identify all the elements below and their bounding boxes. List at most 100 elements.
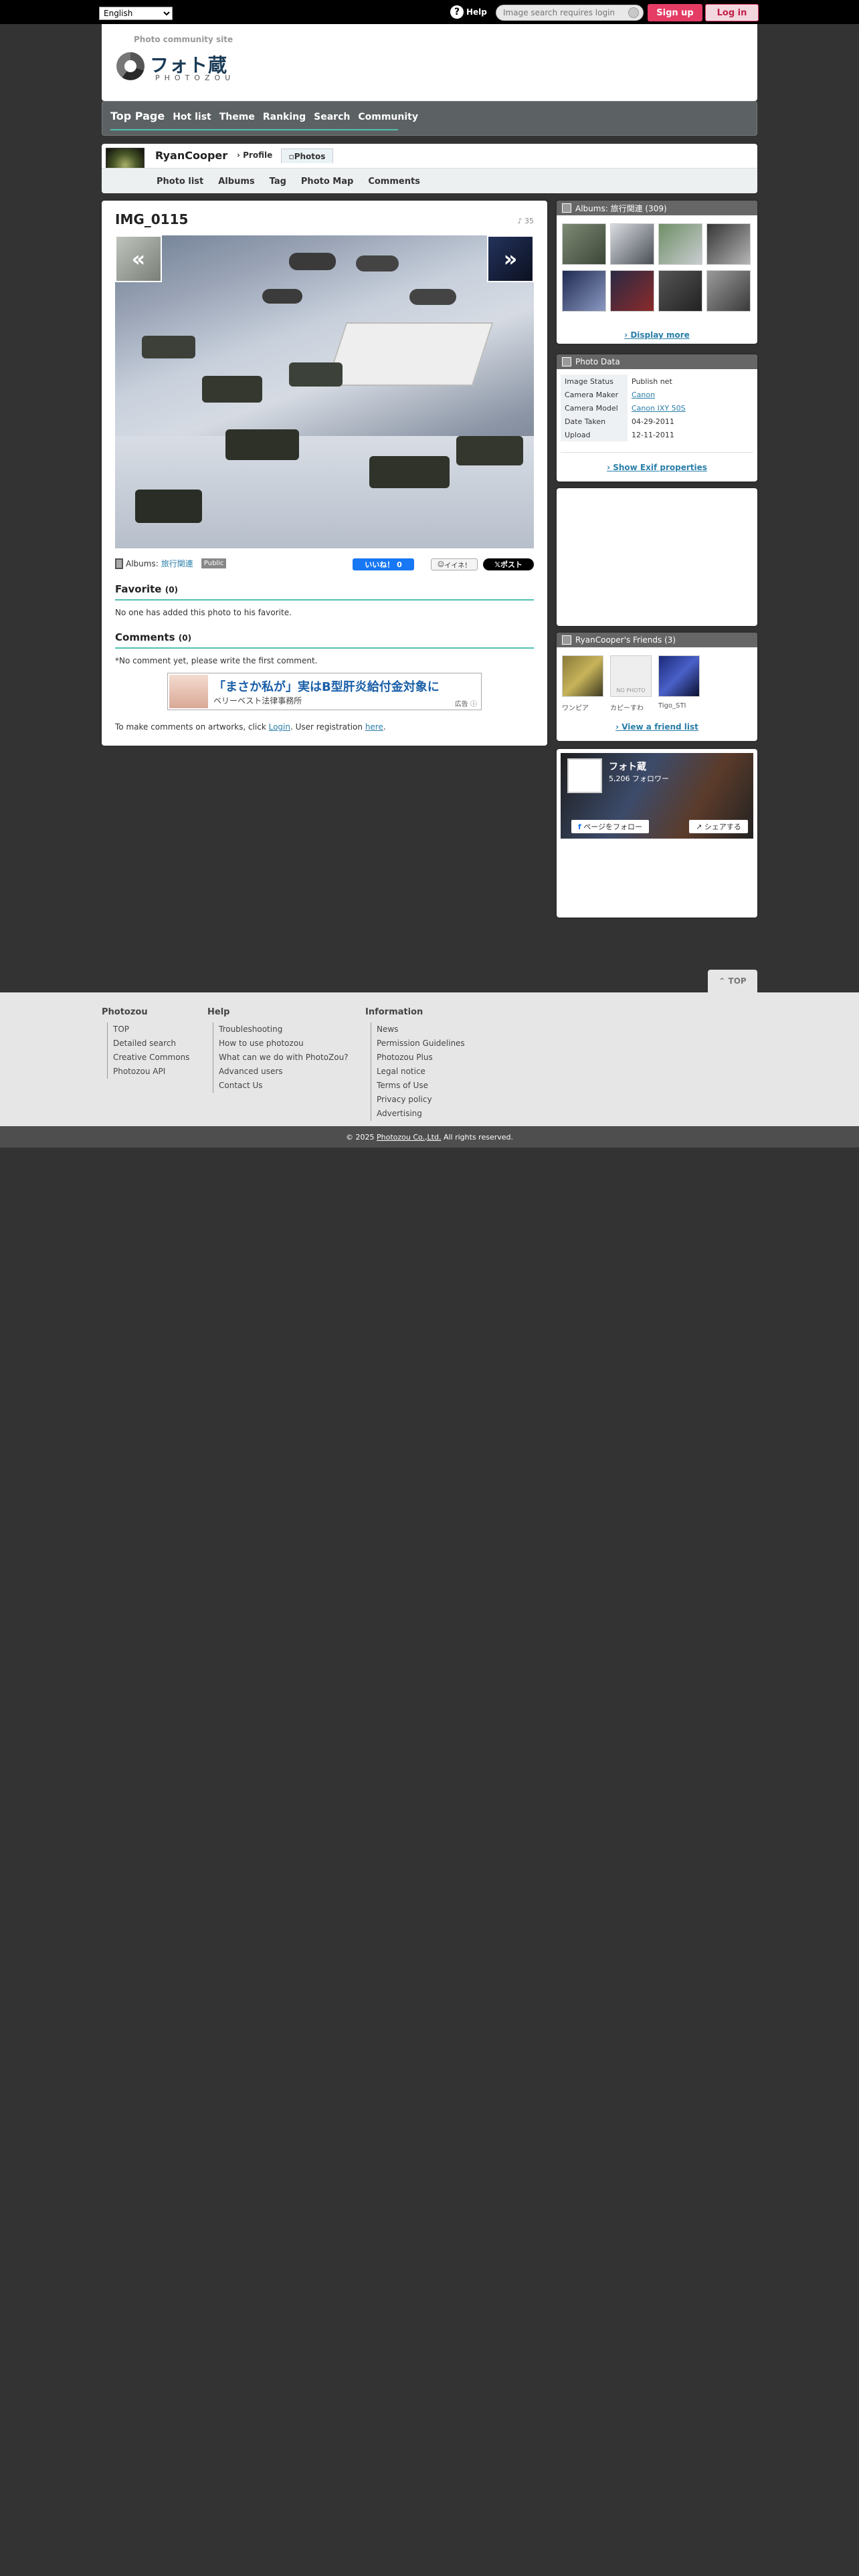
nav-top-page[interactable]: Top Page [110, 110, 165, 122]
facebook-share-button[interactable]: ↗ シェアする [689, 820, 748, 833]
footer-link[interactable]: Legal notice [371, 1065, 465, 1079]
footer-link[interactable]: Photozou API [107, 1065, 189, 1079]
footer-link[interactable]: Privacy policy [371, 1093, 465, 1107]
chevron-up-icon: ⌃ [719, 976, 729, 986]
tab-photos[interactable]: ▫ Photos [281, 148, 333, 163]
friend-name[interactable]: Tigo_STI [658, 702, 686, 710]
display-more-link[interactable]: › Display more [557, 330, 757, 340]
iine-button[interactable]: ☺ イイネ！ [431, 558, 478, 570]
camera-maker-link[interactable]: Canon [632, 391, 655, 399]
subnav-photo-list[interactable]: Photo list [157, 177, 203, 187]
status-badge: Public [201, 558, 227, 568]
friend-avatar[interactable] [562, 655, 603, 697]
login-button[interactable]: Log in [705, 4, 759, 21]
footer-link[interactable]: News [371, 1023, 465, 1037]
album-thumbnail[interactable] [706, 223, 751, 265]
back-to-top-button[interactable]: ⌃ TOP [708, 970, 757, 992]
view-friends-link[interactable]: › View a friend list [557, 722, 757, 732]
photo-data-title: Photo Data [575, 357, 620, 366]
facebook-page-box[interactable]: フォト蔵 5,206 フォロワー f ページをフォロー ↗ シェアする [561, 753, 753, 839]
photo-tank [135, 490, 202, 523]
nav-ranking[interactable]: Ranking [263, 112, 306, 122]
friend-name[interactable]: ワンピア [562, 702, 589, 712]
view-friends-label: View a friend list [622, 722, 698, 732]
sidebar-ad-slot [557, 488, 757, 626]
next-photo-button[interactable]: » [487, 235, 534, 282]
photo-data-icon [562, 357, 571, 366]
x-post-button[interactable]: 𝕏 ポスト [483, 558, 534, 570]
signup-button[interactable]: Sign up [648, 4, 702, 21]
footer-link[interactable]: Creative Commons [107, 1051, 189, 1065]
help-label: Help [466, 7, 487, 17]
copyright-bar: © 2025 Photozou Co.,Ltd. All rights rese… [0, 1126, 859, 1148]
footer-link[interactable]: Advertising [371, 1107, 465, 1121]
login-prompt: To make comments on artworks, click Logi… [115, 722, 386, 732]
friend-name[interactable]: カピーすわ [610, 702, 644, 712]
album-thumbnail[interactable] [610, 270, 654, 312]
album-thumbnail[interactable] [610, 223, 654, 265]
facebook-panel: フォト蔵 5,206 フォロワー f ページをフォロー ↗ シェアする [557, 749, 757, 918]
post-label: ポスト [500, 560, 522, 569]
photo-tank [202, 376, 262, 403]
footer-link[interactable]: Permission Guidelines [371, 1037, 465, 1051]
copyright-prefix: © 2025 [345, 1132, 375, 1142]
next-arrow-icon: » [503, 246, 518, 272]
tab-profile[interactable]: › Profile [233, 150, 276, 160]
friend-avatar[interactable] [658, 655, 700, 697]
photo-helicopter [262, 289, 302, 304]
album-thumbnail[interactable] [562, 223, 606, 265]
album-link[interactable]: 旅行関連 [161, 558, 193, 569]
nav-hot-list[interactable]: Hot list [173, 112, 211, 122]
nav-theme[interactable]: Theme [219, 112, 255, 122]
facebook-page-logo[interactable] [567, 758, 602, 793]
subnav-comments[interactable]: Comments [368, 177, 420, 187]
search-box [496, 5, 644, 21]
show-exif-link[interactable]: › Show Exif properties [557, 463, 757, 472]
language-select[interactable]: English [99, 7, 173, 20]
subnav-photo-map[interactable]: Photo Map [301, 177, 353, 187]
company-link[interactable]: Photozou Co.,Ltd. [377, 1133, 441, 1142]
favorite-heading-label: Favorite [115, 583, 162, 595]
album-thumbnail[interactable] [706, 270, 751, 312]
camera-model-link[interactable]: Canon IXY 50S [632, 404, 686, 413]
user-bar: RyanCooper › Profile ▫ Photos Photo list… [102, 144, 757, 193]
footer-link[interactable]: TOP [107, 1023, 189, 1037]
help-link[interactable]: ? Help [450, 5, 487, 19]
album-thumbnail[interactable] [658, 223, 702, 265]
footer-link[interactable]: Detailed search [107, 1037, 189, 1051]
album-thumbnail[interactable] [658, 270, 702, 312]
albums-panel: Albums: 旅行関連 (309) › Display more [557, 201, 757, 344]
footer-link[interactable]: How to use photozou [213, 1037, 349, 1051]
footer-link[interactable]: Troubleshooting [213, 1023, 349, 1037]
logo-icon[interactable] [116, 52, 145, 80]
search-icon[interactable] [628, 7, 639, 18]
footer-link[interactable]: Advanced users [213, 1065, 349, 1079]
footer-link[interactable]: What can we do with PhotoZou? [213, 1051, 349, 1065]
prev-photo-button[interactable]: « [115, 235, 162, 282]
subnav-tag[interactable]: Tag [270, 177, 286, 187]
album-thumbnail[interactable] [562, 270, 606, 312]
ad-label[interactable]: 広告 ⓘ [455, 698, 477, 708]
nav-search[interactable]: Search [314, 112, 350, 122]
nav-community[interactable]: Community [358, 112, 418, 122]
footer-link[interactable]: Photozou Plus [371, 1051, 465, 1065]
search-input[interactable] [496, 5, 617, 20]
facebook-like-button[interactable]: いいね！ 0 [353, 558, 414, 570]
main-photo[interactable] [115, 235, 534, 548]
register-link[interactable]: here [365, 722, 383, 732]
footer-link[interactable]: Terms of Use [371, 1079, 465, 1093]
ad-banner[interactable]: 「まさか私が」実はB型肝炎給付金対象に ベリーベスト法律事務所 広告 ⓘ [167, 673, 482, 710]
photo-tank [456, 436, 523, 465]
photo-tank [142, 336, 195, 358]
user-name[interactable]: RyanCooper [155, 149, 227, 162]
footer-link[interactable]: Contact Us [213, 1079, 349, 1093]
login-link[interactable]: Login [269, 722, 290, 732]
comments-empty-text: *No comment yet, please write the first … [115, 656, 318, 665]
friend-avatar[interactable]: NO PHOTO [610, 655, 652, 697]
subnav-albums[interactable]: Albums [218, 177, 254, 187]
favorite-divider [115, 599, 534, 601]
facebook-page-name[interactable]: フォト蔵 [609, 760, 646, 773]
footer-heading: Photozou [102, 1007, 148, 1017]
facebook-follow-button[interactable]: f ページをフォロー [571, 820, 649, 833]
photo-title: IMG_0115 [115, 211, 189, 227]
